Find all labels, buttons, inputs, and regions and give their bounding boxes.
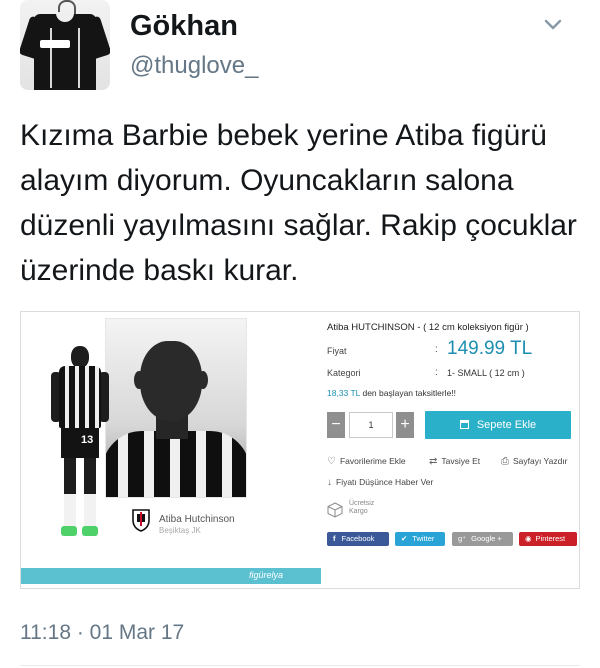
shopping-bag-icon: [459, 420, 469, 429]
product-title: Atiba HUTCHINSON - ( 12 cm koleksiyon fi…: [327, 322, 529, 333]
product-screenshot[interactable]: 13 Atiba Hutchinson Beşiktaş JK figürely…: [20, 311, 580, 589]
quantity-input[interactable]: 1: [349, 412, 393, 438]
figurine-leg: [84, 458, 96, 498]
installment-amount: 18,33 TL: [327, 388, 361, 398]
facebook-share-button[interactable]: f Facebook: [327, 532, 389, 546]
price-alert-label: Fiyatı Düşünce Haber Ver: [336, 477, 434, 487]
installment-info: 18,33 TL den başlayan taksitlerle!!: [327, 388, 456, 398]
free-shipping-text: Ücretsiz Kargo: [349, 500, 374, 516]
printer-icon: ⎙: [501, 456, 509, 467]
price-label: Fiyat: [327, 346, 347, 356]
shipping-line: Ücretsiz: [349, 500, 375, 507]
pinterest-label: Pinterest: [535, 534, 566, 543]
tweet-text: Kızıma Barbie bebek yerine Atiba figürü …: [20, 119, 577, 287]
figurine-sock: [84, 494, 96, 528]
player-figurine: 13: [51, 346, 111, 542]
installment-text: den başlayan taksitlerle!!: [362, 388, 457, 398]
jersey-stripe: [78, 28, 80, 88]
figurine-boot: [61, 526, 77, 536]
jersey-number: 13: [81, 434, 94, 446]
pinterest-share-button[interactable]: ◉ Pinterest: [519, 532, 577, 546]
portrait-shirt: [106, 431, 246, 497]
tweet-timestamp[interactable]: 11:18 · 01 Mar 17: [20, 621, 184, 645]
colon: :: [435, 344, 438, 355]
print-label: Sayfayı Yazdır: [513, 456, 568, 466]
share-icon: ⇄: [429, 456, 438, 467]
google-plus-icon: g⁺: [458, 534, 467, 543]
pinterest-icon: ◉: [525, 534, 532, 543]
favorites-link[interactable]: ♡ Favorilerime Ekle: [327, 456, 406, 467]
category-select[interactable]: 1- SMALL ( 12 cm ): [447, 368, 525, 378]
brand-logo: figürelya: [249, 570, 284, 580]
recommend-link[interactable]: ⇄ Tavsiye Et: [429, 456, 480, 467]
sponsor-logo: [40, 40, 70, 48]
add-to-cart-label: Sepete Ekle: [476, 419, 537, 431]
twitter-share-button[interactable]: ✔ Twitter: [395, 532, 445, 546]
author-name[interactable]: Gökhan: [130, 10, 238, 43]
signature-club: Beşiktaş JK: [159, 526, 201, 535]
heart-icon: ♡: [327, 456, 336, 467]
shipping-box-icon: [327, 502, 343, 518]
author-handle[interactable]: @thuglove_: [130, 52, 258, 80]
arrow-down-icon: ↓: [327, 477, 332, 488]
facebook-icon: f: [333, 534, 336, 543]
jersey-shape: [34, 14, 96, 90]
player-portrait: [105, 318, 247, 498]
print-link[interactable]: ⎙ Sayfayı Yazdır: [501, 456, 568, 467]
google-share-button[interactable]: g⁺ Google +: [452, 532, 513, 546]
figurine-head: [71, 346, 89, 368]
add-to-cart-button[interactable]: Sepete Ekle: [425, 411, 571, 439]
favorites-label: Favorilerime Ekle: [339, 456, 406, 466]
portrait-head: [140, 341, 202, 421]
chevron-down-icon[interactable]: [542, 14, 564, 36]
figurine-leg: [64, 458, 76, 498]
quantity-decrease-button[interactable]: −: [327, 412, 345, 438]
colon: :: [435, 367, 438, 378]
category-label: Kategori: [327, 368, 361, 378]
twitter-icon: ✔: [401, 534, 408, 543]
divider: [20, 665, 580, 666]
quantity-increase-button[interactable]: +: [396, 412, 414, 438]
signature-name: Atiba Hutchinson: [159, 514, 235, 525]
figurine-sock: [64, 494, 76, 528]
facebook-label: Facebook: [341, 534, 375, 543]
avatar[interactable]: [20, 0, 110, 90]
figurine-shirt: [59, 366, 101, 428]
figurine-shorts: [61, 428, 99, 458]
figurine-boot: [82, 526, 98, 536]
shipping-line: Kargo: [349, 508, 368, 515]
price-value: 149.99 TL: [447, 338, 533, 359]
google-label: Google +: [471, 534, 502, 543]
club-crest-icon: [132, 509, 150, 532]
recommend-label: Tavsiye Et: [441, 456, 481, 466]
product-image-area: 13 Atiba Hutchinson Beşiktaş JK figürely…: [21, 312, 321, 588]
twitter-label: Twitter: [412, 534, 435, 543]
price-alert-link[interactable]: ↓ Fiyatı Düşünce Haber Ver: [327, 477, 433, 488]
jersey-stripe: [50, 28, 52, 88]
